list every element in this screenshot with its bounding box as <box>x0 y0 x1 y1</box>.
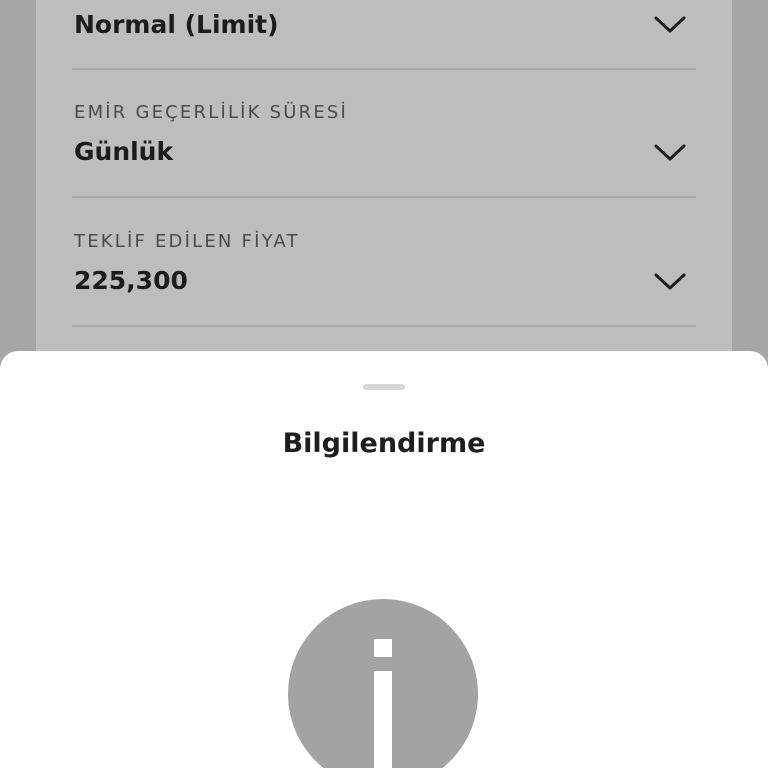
chevron-down-icon[interactable] <box>654 273 686 291</box>
info-bottom-sheet: Bilgilendirme <box>0 351 768 768</box>
validity-field[interactable]: EMİR GEÇERLİLİK SÜRESİ Günlük <box>72 70 696 198</box>
validity-label: EMİR GEÇERLİLİK SÜRESİ <box>74 102 349 123</box>
chevron-down-icon[interactable] <box>654 144 686 162</box>
price-label: TEKLİF EDİLEN FİYAT <box>74 231 300 252</box>
order-type-value: Normal (Limit) <box>74 10 279 39</box>
divider <box>72 325 696 327</box>
sheet-drag-handle[interactable] <box>363 384 405 390</box>
info-icon <box>288 599 478 768</box>
screen: Normal (Limit) EMİR GEÇERLİLİK SÜRESİ Gü… <box>0 0 768 768</box>
price-value: 225,300 <box>74 266 188 295</box>
price-field[interactable]: TEKLİF EDİLEN FİYAT 225,300 <box>72 198 696 328</box>
validity-value: Günlük <box>74 137 174 166</box>
chevron-down-icon[interactable] <box>654 16 686 34</box>
sheet-title: Bilgilendirme <box>282 428 486 459</box>
order-type-field[interactable]: Normal (Limit) <box>72 0 696 70</box>
